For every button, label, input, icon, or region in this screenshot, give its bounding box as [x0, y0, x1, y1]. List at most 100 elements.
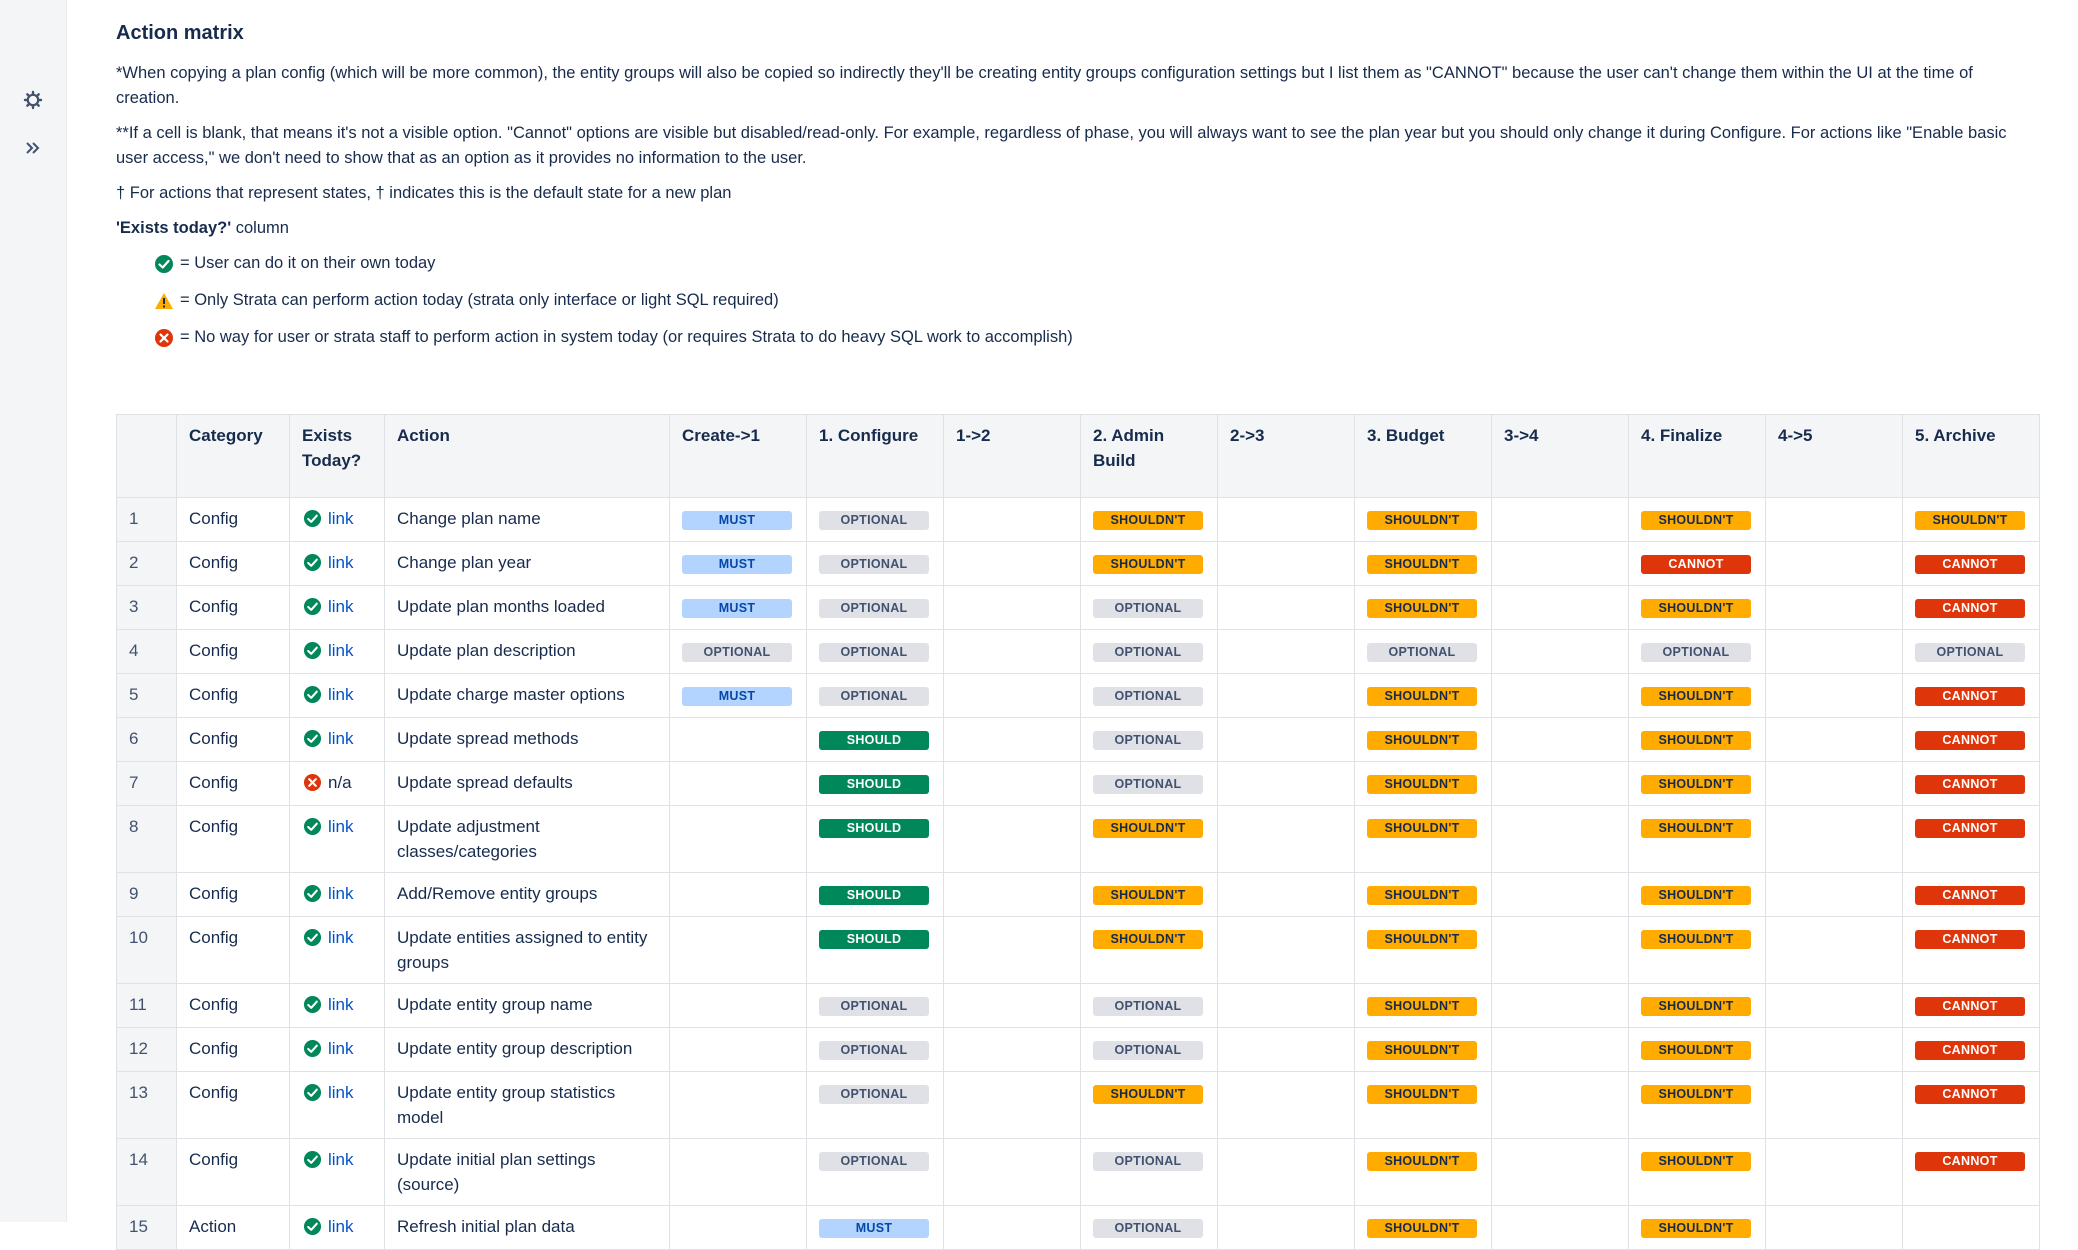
exists-today-link[interactable]: link: [328, 506, 354, 531]
status-lozenge-must: MUST: [682, 687, 792, 706]
phase-cell: [669, 805, 807, 873]
status-lozenge-optional: OPTIONAL: [1093, 643, 1203, 662]
phase-cell: SHOULDN'T: [1628, 761, 1766, 806]
status-lozenge-shouldnt: SHOULDN'T: [1641, 819, 1751, 838]
phase-cell: OPTIONAL: [1080, 761, 1218, 806]
phase-cell: [1491, 497, 1629, 542]
exists-today-link[interactable]: link: [328, 925, 354, 950]
phase-cell: [1217, 717, 1355, 762]
phase-cell: MUST: [669, 541, 807, 586]
phase-cell: SHOULDN'T: [1628, 805, 1766, 873]
phase-cell: [1765, 872, 1903, 917]
table-row: 13 Config link Update entity group statisti…: [116, 1071, 2040, 1139]
status-lozenge-shouldnt: SHOULDN'T: [1093, 930, 1203, 949]
category-cell: Config: [176, 1027, 290, 1072]
phase-cell: [1491, 805, 1629, 873]
phase-cell: MUST: [669, 673, 807, 718]
check-circle-icon: [154, 254, 174, 274]
exists-today-link[interactable]: link: [328, 1214, 354, 1239]
exists-today-link[interactable]: link: [328, 814, 354, 839]
status-lozenge-optional: OPTIONAL: [819, 555, 929, 574]
phase-cell: [1491, 983, 1629, 1028]
exists-today-status: n/a: [302, 770, 372, 795]
note-copying-plan-config: *When copying a plan config (which will …: [116, 64, 1973, 107]
exists-today-link[interactable]: link: [328, 638, 354, 663]
phase-cell: CANNOT: [1902, 872, 2040, 917]
category-cell: Config: [176, 761, 290, 806]
double-chevron-right-icon[interactable]: [0, 131, 66, 165]
status-lozenge-optional: OPTIONAL: [1367, 643, 1477, 662]
column-header: 4->5: [1765, 414, 1903, 498]
exists-today-status: link: [302, 992, 372, 1017]
exists-today-link[interactable]: link: [328, 1036, 354, 1061]
check-circle-icon: [302, 928, 322, 948]
status-lozenge-shouldnt: SHOULDN'T: [1641, 1085, 1751, 1104]
exists-today-link[interactable]: link: [328, 881, 354, 906]
phase-cell: [943, 673, 1081, 718]
exists-today-link[interactable]: link: [328, 1147, 354, 1172]
status-lozenge-must: MUST: [682, 511, 792, 530]
exists-today-cell: n/a: [289, 761, 385, 806]
column-header: 3. Budget: [1354, 414, 1492, 498]
column-header: 2->3: [1217, 414, 1355, 498]
status-lozenge-shouldnt: SHOULDN'T: [1641, 511, 1751, 530]
phase-cell: [1217, 761, 1355, 806]
exists-today-link[interactable]: link: [328, 992, 354, 1017]
left-sidebar: [0, 0, 67, 1222]
status-lozenge-shouldnt: SHOULDN'T: [1641, 1041, 1751, 1060]
phase-cell: [1217, 872, 1355, 917]
exists-today-status: link: [302, 550, 372, 575]
status-lozenge-cannot: CANNOT: [1915, 819, 2025, 838]
legend-text: = Only Strata can perform action today (…: [180, 291, 779, 309]
status-lozenge-shouldnt: SHOULDN'T: [1641, 930, 1751, 949]
row-number: 15: [116, 1205, 177, 1250]
phase-cell: [1765, 673, 1903, 718]
status-lozenge-must: MUST: [682, 555, 792, 574]
phase-cell: SHOULDN'T: [1354, 673, 1492, 718]
gear-icon[interactable]: [0, 83, 66, 117]
page-title: Action matrix: [116, 22, 244, 44]
phase-cell: [1491, 872, 1629, 917]
status-lozenge-shouldnt: SHOULDN'T: [1641, 687, 1751, 706]
phase-cell: SHOULDN'T: [1354, 983, 1492, 1028]
phase-cell: [1765, 916, 1903, 984]
exists-today-link[interactable]: link: [328, 726, 354, 751]
exists-today-link[interactable]: link: [328, 682, 354, 707]
phase-cell: [1217, 673, 1355, 718]
status-lozenge-shouldnt: SHOULDN'T: [1641, 886, 1751, 905]
phase-cell: [1765, 497, 1903, 542]
status-lozenge-optional: OPTIONAL: [819, 1041, 929, 1060]
note-blank-cells: **If a cell is blank, that means it's no…: [116, 124, 2007, 167]
status-lozenge-cannot: CANNOT: [1915, 731, 2025, 750]
status-lozenge-optional: OPTIONAL: [819, 1152, 929, 1171]
phase-cell: SHOULDN'T: [1628, 673, 1766, 718]
exists-today-cell: link: [289, 541, 385, 586]
phase-cell: [943, 629, 1081, 674]
table-row: 15 Action link Refresh initial plan data MUS…: [116, 1205, 2040, 1250]
phase-cell: CANNOT: [1902, 1071, 2040, 1139]
exists-today-cell: link: [289, 717, 385, 762]
exists-today-cell: link: [289, 497, 385, 542]
error-circle-icon: [302, 773, 322, 793]
column-header: Exists Today?: [289, 414, 385, 498]
status-lozenge-shouldnt: SHOULDN'T: [1641, 599, 1751, 618]
phase-cell: [1765, 541, 1903, 586]
phase-cell: [1217, 497, 1355, 542]
exists-today-link[interactable]: link: [328, 550, 354, 575]
column-header-row-number: [116, 414, 177, 498]
status-lozenge-cannot: CANNOT: [1915, 1152, 2025, 1171]
row-number: 12: [116, 1027, 177, 1072]
exists-today-link[interactable]: link: [328, 594, 354, 619]
exists-today-status: link: [302, 682, 372, 707]
phase-cell: CANNOT: [1902, 1138, 2040, 1206]
phase-cell: [669, 1071, 807, 1139]
status-lozenge-shouldnt: SHOULDN'T: [1367, 819, 1477, 838]
status-lozenge-shouldnt: SHOULDN'T: [1367, 775, 1477, 794]
status-lozenge-shouldnt: SHOULDN'T: [1367, 997, 1477, 1016]
phase-cell: [943, 541, 1081, 586]
status-lozenge-shouldnt: SHOULDN'T: [1367, 687, 1477, 706]
exists-today-link[interactable]: link: [328, 1080, 354, 1105]
status-lozenge-optional: OPTIONAL: [819, 1085, 929, 1104]
exists-today-status: link: [302, 594, 372, 619]
phase-cell: [1491, 629, 1629, 674]
